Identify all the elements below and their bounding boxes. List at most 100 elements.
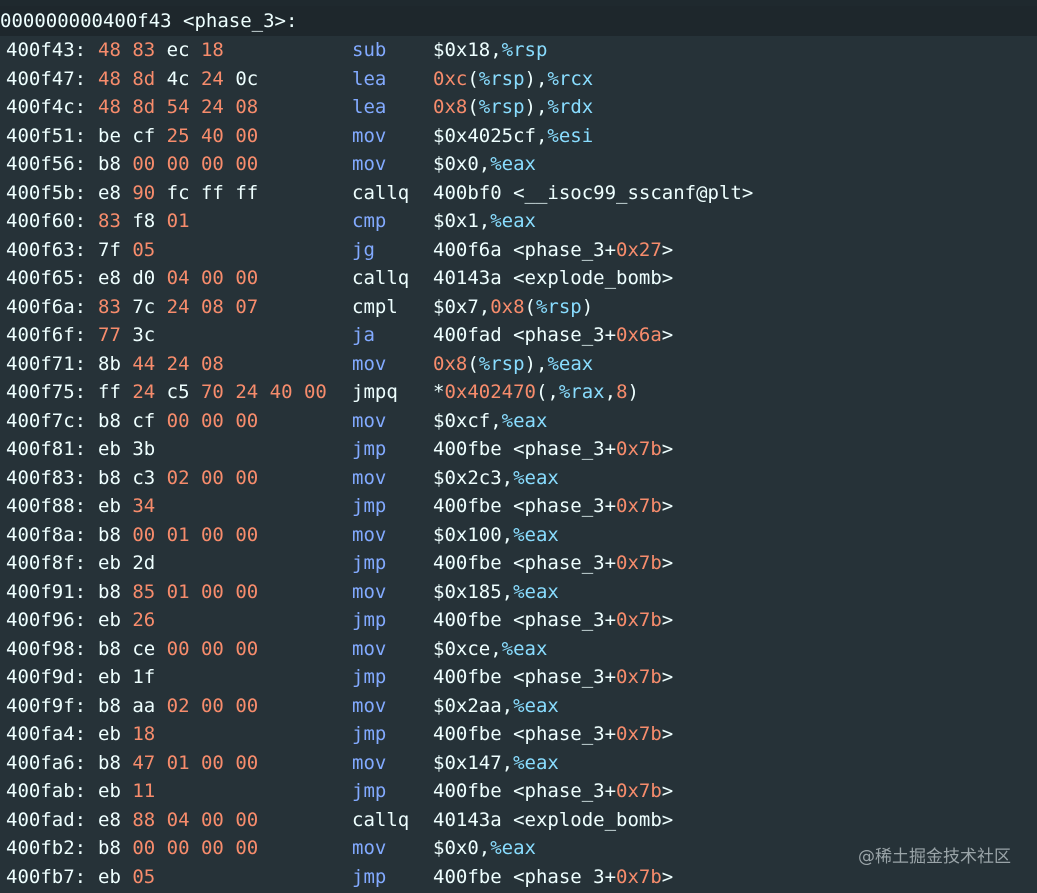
disasm-line[interactable]: 400f4c: 48 8d 54 24 08 lea 0x8(%rsp),%rdx [0,93,1037,122]
machine-code-bytes: eb 05 [98,863,155,892]
disasm-line[interactable]: 400f9f: b8 aa 02 00 00 mov $0x2aa,%eax [0,692,1037,721]
instruction-operands: $0x4025cf,%esi [433,122,593,151]
operand-token: > [661,780,674,802]
disasm-line[interactable]: 400f65: e8 d0 04 00 00 callq 40143a <explod… [0,264,1037,293]
byte: 00 [235,751,259,774]
operand-token: $0x1, [433,210,491,232]
instruction-operands: 400fbe <phase_3+0x7b> [433,720,673,749]
operand-token: ( [467,352,479,375]
byte: 00 [200,409,236,432]
instruction-operands: $0x185,%eax [433,578,559,607]
byte: c3 [132,466,167,489]
operand-token: ( [467,96,479,118]
disasm-line[interactable]: 400fab: eb 11 jmp 400fbe <phase_3+0x7b> [0,777,1037,806]
byte: d0 [132,267,167,289]
instruction-operands: $0xce,%eax [433,635,547,664]
disasm-line[interactable]: 400f9d: eb 1f jmp 400fbe <phase_3+0x7b> [0,663,1037,692]
operand-token: 400fbe <phase_3+ [433,609,617,631]
byte: 00 [132,837,167,859]
byte: 08 [200,295,236,318]
disasm-line[interactable]: 400f81: eb 3b jmp 400fbe <phase_3+0x7b> [0,435,1037,464]
instruction-address: 400f7c: [6,409,87,432]
instruction-mnemonic: jmp [352,666,387,688]
byte: b8 [98,751,133,774]
byte: 0c [235,67,259,90]
disasm-line[interactable]: 400fa6: b8 47 01 00 00 mov $0x147,%eax [0,749,1037,778]
operand-token: 400fbe <phase 3+ [433,865,617,888]
operand-token: %rcx [547,67,594,90]
disasm-line[interactable]: 400f88: eb 34 jmp 400fbe <phase_3+0x7b> [0,492,1037,521]
byte: ec [166,39,201,61]
byte: cf [132,409,167,432]
disasm-line[interactable]: 400f63: 7f 05 jg 400f6a <phase_3+0x27> [0,236,1037,265]
instruction-mnemonic: jmpq [352,381,398,403]
disasm-line[interactable]: 400f98: b8 ce 00 00 00 mov $0xce,%eax [0,635,1037,664]
byte: 01 [166,210,190,232]
byte: b8 [98,153,133,175]
byte: b8 [98,637,133,660]
disasm-line[interactable]: 400f91: b8 85 01 00 00 mov $0x185,%eax [0,578,1037,607]
byte: 02 [166,466,201,489]
byte: 4c [166,67,201,90]
byte: 00 [200,751,236,774]
instruction-address: 400f75: [6,381,87,403]
operand-token: %rax [558,381,605,403]
instruction-mnemonic: cmpl [352,295,398,318]
operand-token: %eax [501,409,548,432]
byte: 3c [132,324,156,346]
byte: eb [98,780,133,802]
operand-token: 400fbe <phase_3+ [433,666,617,688]
disasm-line[interactable]: 400fa4: eb 18 jmp 400fbe <phase_3+0x7b> [0,720,1037,749]
disasm-line[interactable]: 400fad: e8 88 04 00 00 callq 40143a <explod… [0,806,1037,835]
operand-token: $0x0, [433,837,491,859]
byte: ce [132,637,167,660]
byte: 00 [235,637,259,660]
instruction-operands: $0x147,%eax [433,749,559,778]
byte: 00 [235,409,259,432]
disasm-line[interactable]: 400f56: b8 00 00 00 00 mov $0x0,%eax [0,150,1037,179]
instruction-operands: 0x8(%rsp),%eax [433,350,593,379]
byte: 00 [235,523,259,546]
instruction-address: 400f91: [6,580,87,603]
instruction-address: 400f65: [6,267,87,289]
instruction-address: 400f60: [6,210,87,232]
instruction-mnemonic: mov [352,153,387,175]
disasm-line[interactable]: 400f83: b8 c3 02 00 00 mov $0x2c3,%eax [0,464,1037,493]
operand-token: $0x4025cf, [433,124,548,147]
disasm-line[interactable]: 400f7c: b8 cf 00 00 00 mov $0xcf,%eax [0,407,1037,436]
disasm-line[interactable]: 400f43: 48 83 ec 18 sub $0x18,%rsp [0,36,1037,65]
operand-token: ), [524,67,548,90]
disasm-line[interactable]: 400f8a: b8 00 01 00 00 mov $0x100,%eax [0,521,1037,550]
disasm-line[interactable]: 400f96: eb 26 jmp 400fbe <phase_3+0x7b> [0,606,1037,635]
byte: 00 [132,523,167,546]
disasm-line[interactable]: 400f75: ff 24 c5 70 24 40 00 jmpq *0x402470… [0,378,1037,407]
disasm-line[interactable]: 400f8f: eb 2d jmp 400fbe <phase_3+0x7b> [0,549,1037,578]
operand-token: %eax [490,153,536,175]
disasm-line[interactable]: 400f60: 83 f8 01 cmp $0x1,%eax [0,207,1037,236]
instruction-address: 400f56: [6,153,87,175]
instruction-mnemonic: mov [352,523,387,546]
machine-code-bytes: b8 c3 02 00 00 [98,464,258,493]
operand-token: ), [524,352,548,375]
byte: 25 [166,124,201,147]
byte: 47 [132,751,167,774]
operand-token: 0x27 [616,238,662,261]
operand-token: $0x0, [433,153,491,175]
disasm-line[interactable]: 400f5b: e8 90 fc ff ff callq 400bf0 <__isoc… [0,179,1037,208]
byte: 24 [200,67,236,90]
byte: e8 [98,808,133,831]
machine-code-bytes: ff 24 c5 70 24 40 00 [98,378,327,407]
disasm-line[interactable]: 400f71: 8b 44 24 08 mov 0x8(%rsp),%eax [0,350,1037,379]
instruction-operands: 400f6a <phase_3+0x27> [433,236,673,265]
instruction-address: 400f6a: [6,295,87,318]
disasm-line[interactable]: 400f47: 48 8d 4c 24 0c lea 0xc(%rsp),%rcx [0,65,1037,94]
byte: e8 [98,267,133,289]
disasm-line[interactable]: 400f51: be cf 25 40 00 mov $0x4025cf,%esi [0,122,1037,151]
operand-token: $0xce, [433,637,502,660]
machine-code-bytes: b8 00 01 00 00 [98,521,258,550]
disasm-line[interactable]: 400f6f: 77 3c ja 400fad <phase_3+0x6a> [0,321,1037,350]
disasm-line[interactable]: 400f6a: 83 7c 24 08 07 cmpl $0x7,0x8(%rsp) [0,293,1037,322]
machine-code-bytes: eb 18 [98,720,155,749]
instruction-operands: 400fbe <phase_3+0x7b> [433,663,673,692]
instruction-operands: $0x1,%eax [433,207,536,236]
